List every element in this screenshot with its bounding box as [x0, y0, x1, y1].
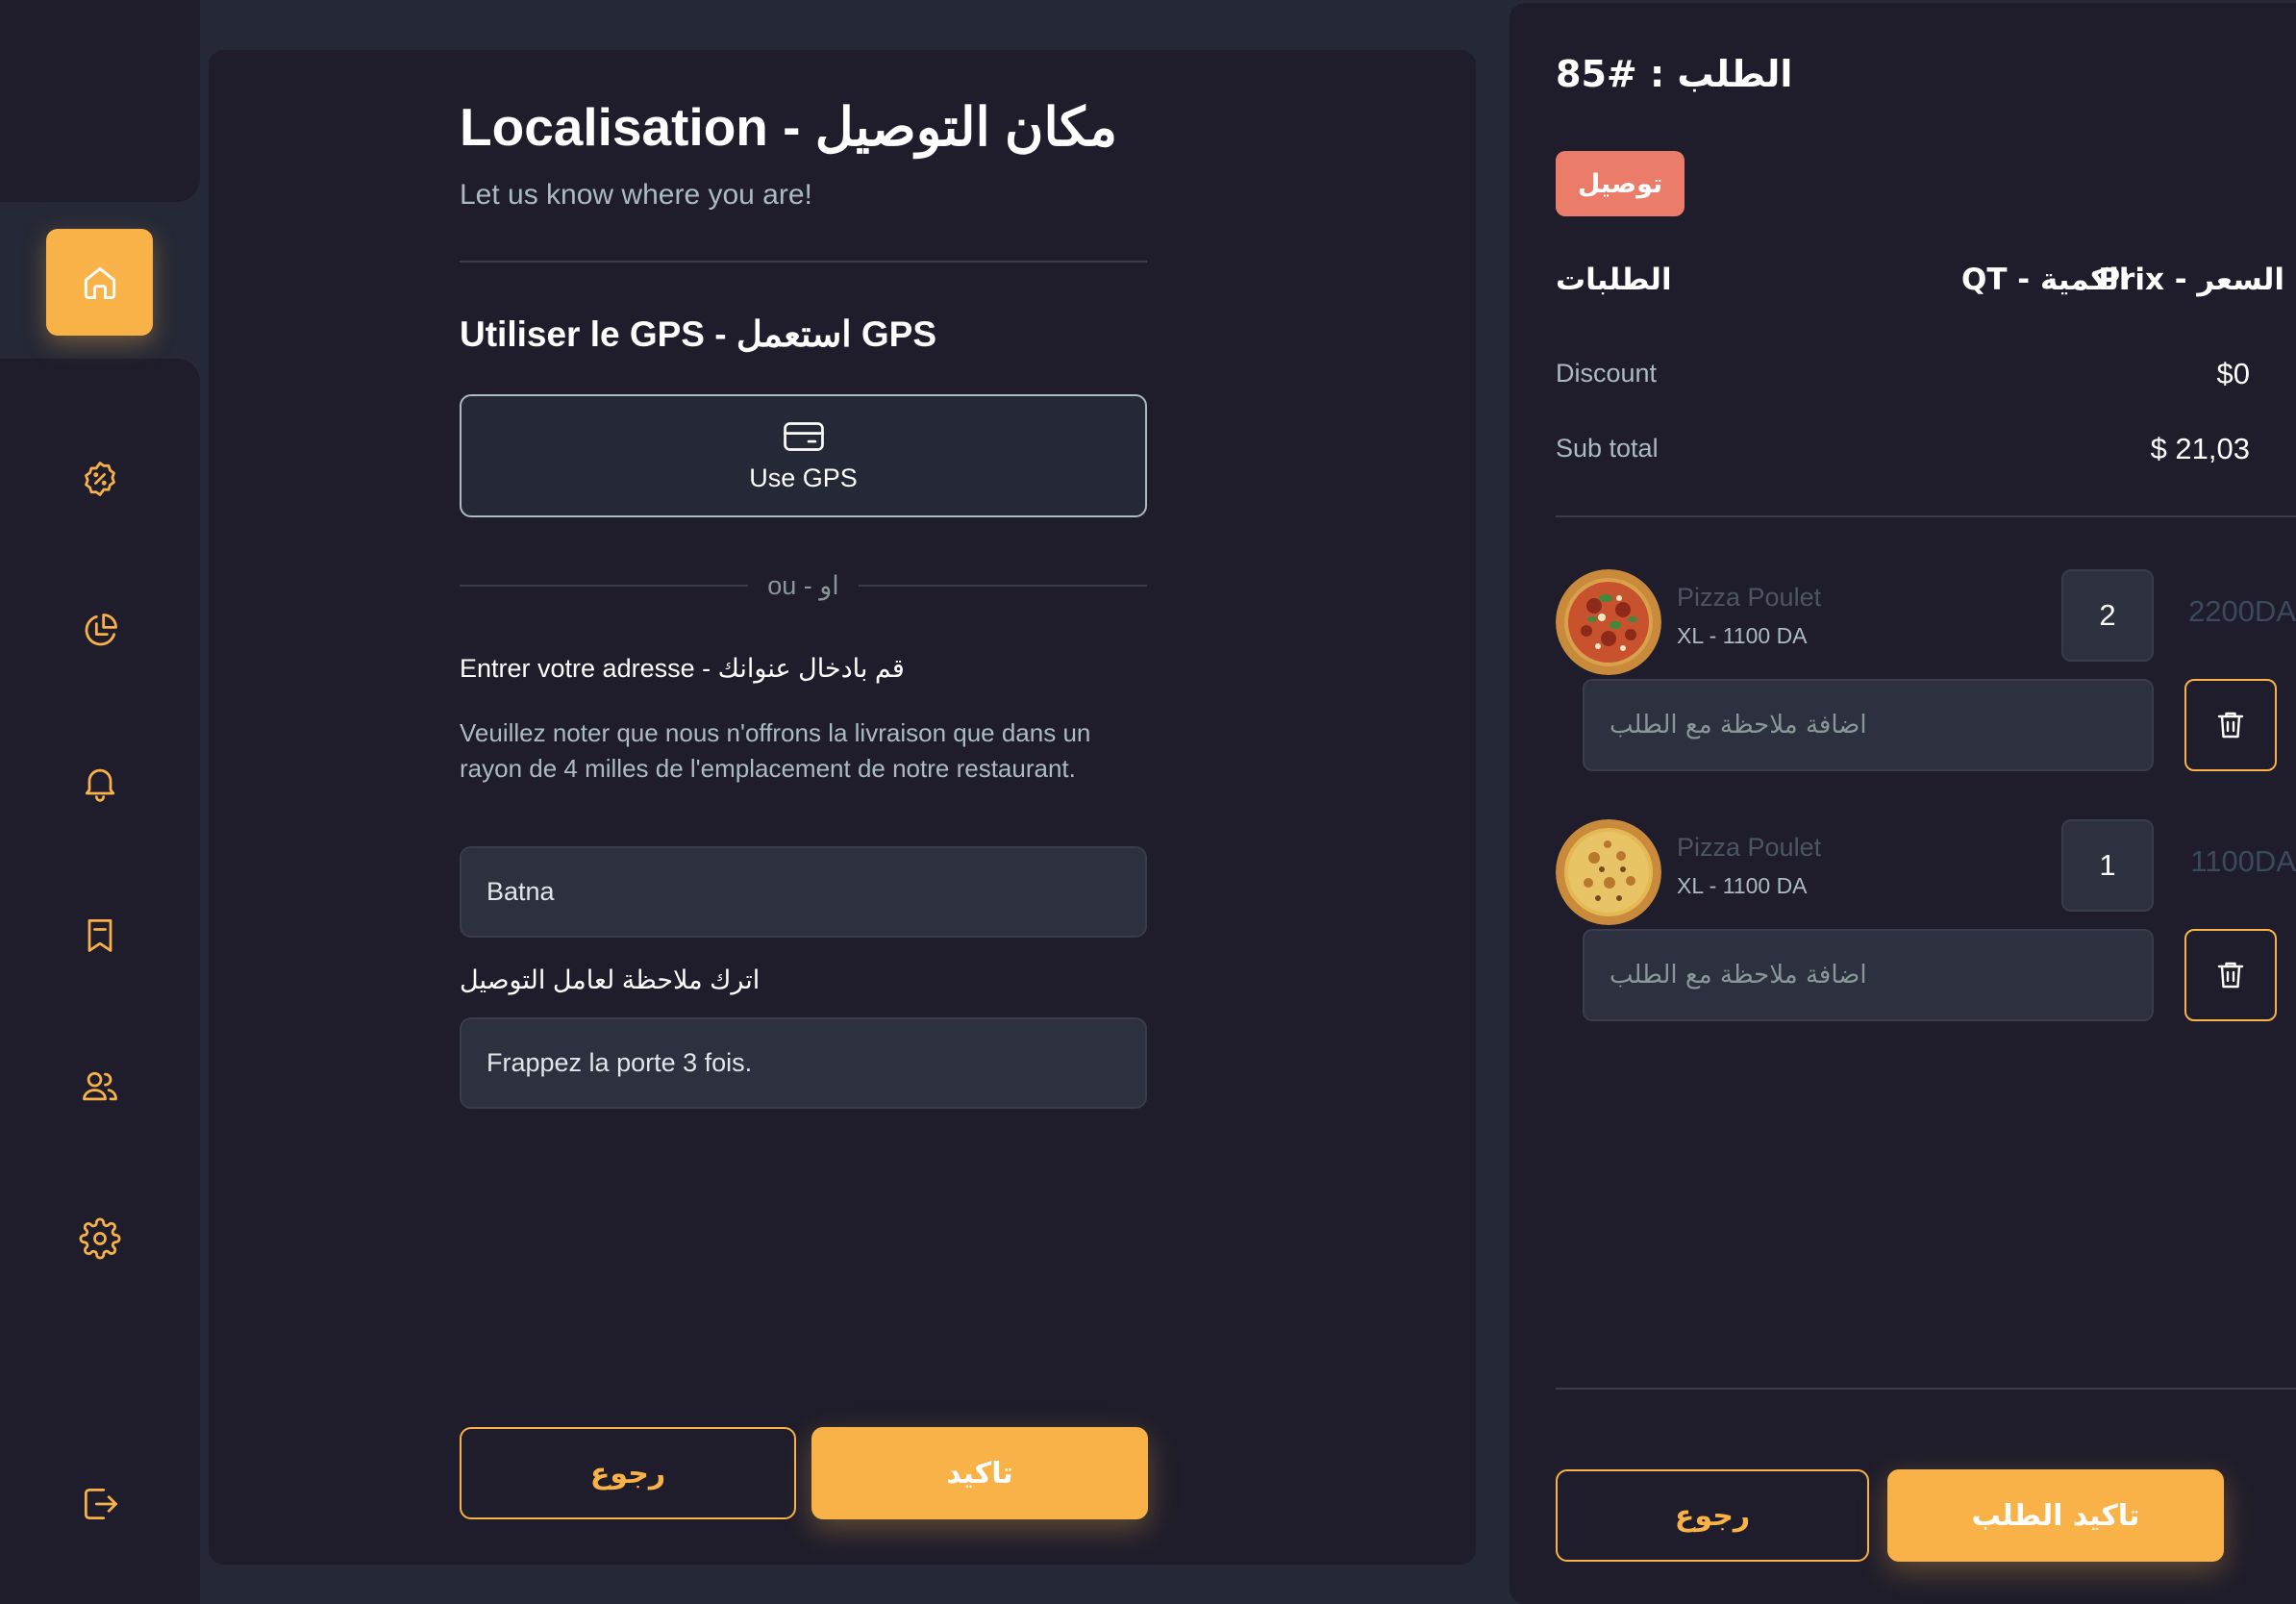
divider [1556, 515, 2296, 517]
item-price: 2200DA [2187, 594, 2296, 628]
sidebar-item-discount[interactable] [69, 448, 131, 510]
pie-chart-icon [85, 614, 117, 646]
bell-icon [85, 768, 115, 802]
quantity-field[interactable]: 1 [2061, 819, 2154, 912]
sidebar [0, 359, 200, 1604]
driver-note-label: اترك ملاحظة لعامل التوصيل [460, 965, 761, 994]
sidebar-item-users[interactable] [69, 1056, 131, 1117]
or-separator: ou - او [460, 566, 1148, 605]
divider [1556, 1388, 2296, 1390]
divider [460, 585, 749, 587]
confirm-order-button[interactable]: تاكيد الطلب [1887, 1469, 2224, 1562]
sidebar-top [0, 0, 200, 202]
item-name: Pizza Poulet [1677, 833, 1822, 862]
delete-item-button[interactable] [2184, 679, 2277, 771]
delete-item-button[interactable] [2184, 929, 2277, 1021]
location-panel: Localisation - مكان التوصيل Let us know … [209, 50, 1476, 1565]
confirm-button[interactable]: تاكيد [811, 1427, 1148, 1519]
item-note-input[interactable]: اضافة ملاحظة مع الطلب [1583, 929, 2154, 1021]
item-note-input[interactable]: اضافة ملاحظة مع الطلب [1583, 679, 2154, 771]
sidebar-item-home[interactable] [46, 229, 153, 336]
gear-icon [79, 1217, 121, 1260]
use-gps-label: Use GPS [749, 463, 858, 492]
item-price: 1100DA [2190, 844, 2296, 878]
page-title: Localisation - مكان التوصيل [460, 97, 1118, 157]
bookmark-icon [87, 918, 112, 952]
discount-label: Discount [1556, 359, 1658, 388]
pizza-image [1556, 819, 1661, 925]
page-subtitle: Let us know where you are! [460, 179, 812, 211]
item-size: XL - 1100 DA [1677, 873, 1808, 898]
item-name: Pizza Poulet [1677, 583, 1822, 612]
divider [460, 261, 1147, 263]
items-header: الطلبات [1556, 263, 1672, 297]
pizza-image [1556, 569, 1661, 675]
users-icon [83, 1071, 117, 1101]
order-panel: الطلب : #85 توصيل الطلبات QT - الكمية Pr… [1510, 3, 2296, 1604]
sidebar-item-settings[interactable] [69, 1208, 131, 1269]
back-button[interactable]: رجوع [460, 1427, 796, 1519]
discount-icon [85, 462, 115, 496]
subtotal-label: Sub total [1556, 434, 1659, 463]
discount-value: $0 [2216, 357, 2250, 390]
sidebar-item-orders[interactable] [69, 904, 131, 965]
or-text: ou - او [767, 570, 839, 600]
quantity-field[interactable]: 2 [2061, 569, 2154, 662]
logout-icon [84, 1488, 117, 1520]
order-item: Pizza Poulet XL - 1100 DA 1 1100DA اضافة… [1556, 819, 2296, 1031]
address-field[interactable]: Batna [460, 846, 1147, 938]
sidebar-item-logout[interactable] [69, 1473, 131, 1535]
use-gps-button[interactable]: Use GPS [460, 394, 1147, 517]
order-back-button[interactable]: رجوع [1556, 1469, 1869, 1562]
home-icon [84, 266, 115, 299]
card-icon [783, 421, 824, 451]
order-item: Pizza Poulet XL - 1100 DA 2 2200DA اضافة… [1556, 569, 2296, 781]
divider [858, 585, 1148, 587]
subtotal-value: $ 21,03 [2150, 432, 2250, 465]
item-size: XL - 1100 DA [1677, 623, 1808, 648]
address-label: Entrer votre adresse - قم بادخال عنوانك [460, 654, 905, 683]
trash-icon [2217, 962, 2244, 989]
price-header: Prix - السعر [2098, 263, 2284, 297]
order-title: الطلب : #85 [1556, 53, 1793, 95]
trash-icon [2217, 712, 2244, 739]
driver-note-field[interactable]: Frappez la porte 3 fois. [460, 1017, 1147, 1109]
delivery-badge: توصيل [1556, 151, 1685, 216]
delivery-notice: Veuillez noter que nous n'offrons la liv… [460, 718, 1091, 783]
sidebar-item-dashboard[interactable] [69, 600, 131, 662]
gps-section-title: Utiliser le GPS - استعمل GPS [460, 314, 937, 354]
sidebar-item-notifications[interactable] [69, 752, 131, 814]
